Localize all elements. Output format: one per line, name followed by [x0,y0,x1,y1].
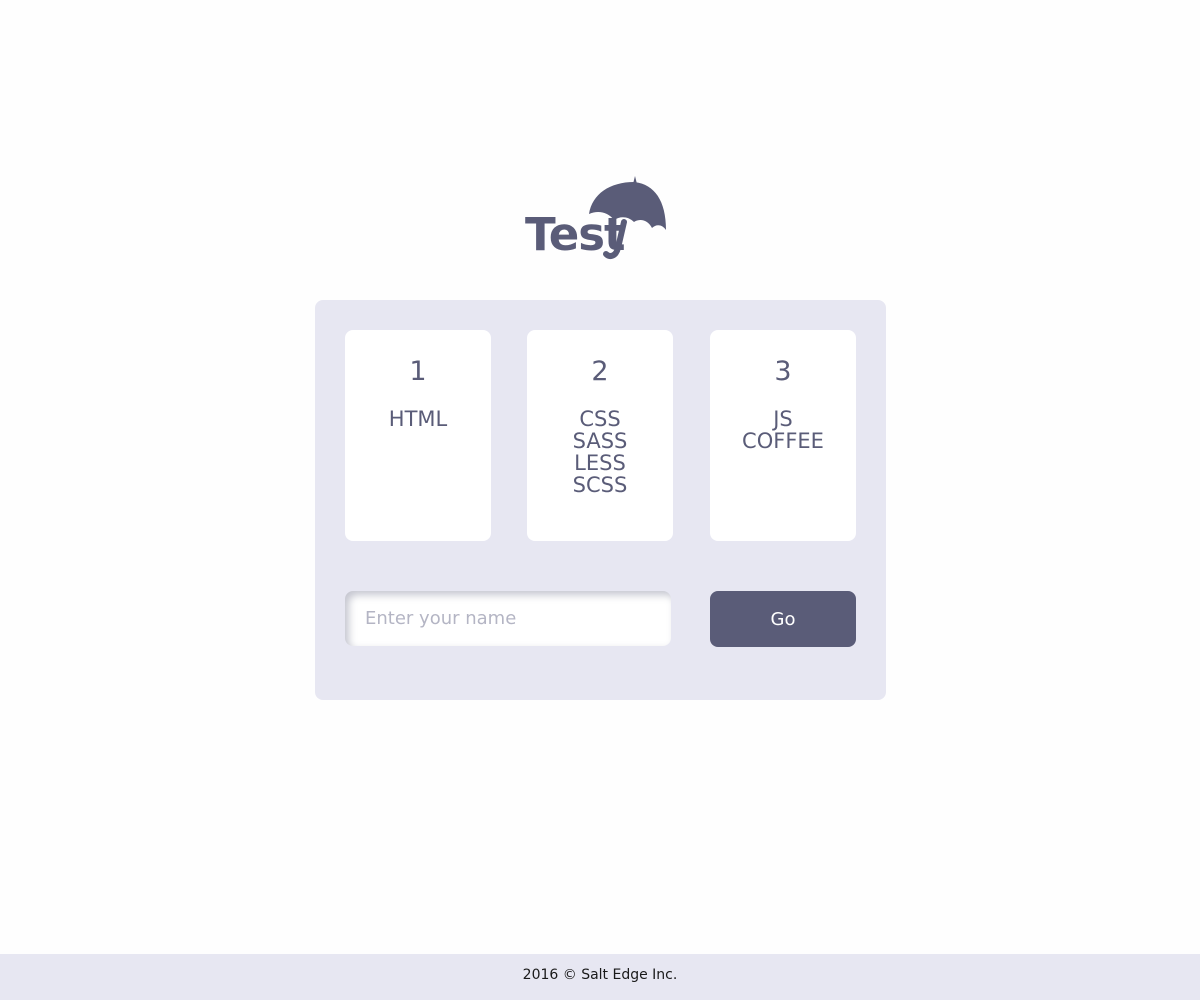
go-button[interactable]: Go [710,591,856,647]
card-item: JS [773,407,793,431]
card-item: CSS [579,407,621,431]
card-item: HTML [388,407,448,431]
card-number: 3 [774,356,792,387]
footer: 2016 © Salt Edge Inc. [0,954,1200,1000]
footer-copyright: 2016 © Salt Edge Inc. [522,967,678,983]
card-item: COFFEE [742,429,824,453]
card-2: 2 CSS SASS LESS SCSS [527,330,673,541]
card-items: CSS SASS LESS SCSS [527,408,673,496]
card-1: 1 HTML [345,330,491,541]
main-panel: 1 HTML 2 CSS SASS LESS SCSS 3 JS COFFEE … [315,300,886,700]
card-item: LESS [574,451,626,475]
card-items: JS COFFEE [710,408,856,452]
page: Test 1 HTML 2 CSS SASS LESS SCSS 3 JS CO… [0,0,1200,1000]
umbrella-icon [589,176,666,259]
card-items: HTML [345,408,491,430]
card-number: 2 [591,356,609,387]
card-3: 3 JS COFFEE [710,330,856,541]
card-number: 1 [409,356,427,387]
card-item: SCSS [572,473,628,497]
card-item: SASS [572,429,628,453]
name-input[interactable] [345,591,671,646]
